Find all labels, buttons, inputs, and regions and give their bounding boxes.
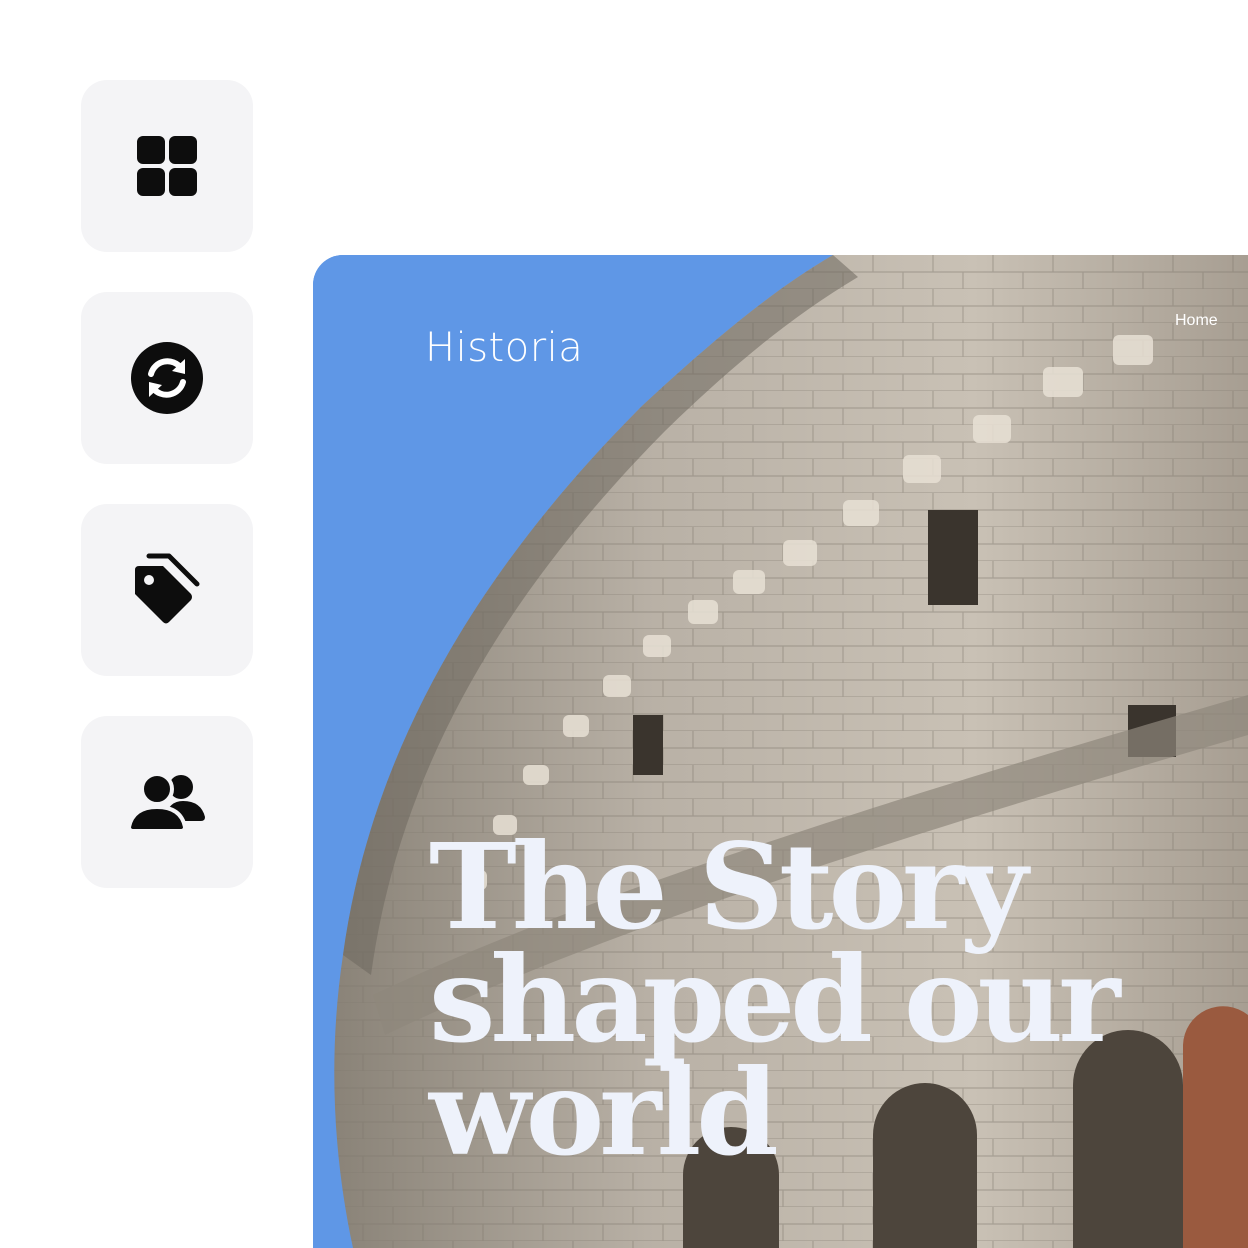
grid-button[interactable] bbox=[81, 80, 253, 252]
hero-headline: The Story shaped our world bbox=[429, 817, 1121, 1182]
nav-link-home[interactable]: Home bbox=[1175, 312, 1218, 330]
users-button[interactable] bbox=[81, 716, 253, 888]
brand-logo[interactable]: Historia bbox=[425, 325, 583, 371]
sync-icon bbox=[131, 342, 203, 414]
sync-button[interactable] bbox=[81, 292, 253, 464]
users-icon bbox=[127, 772, 205, 833]
tags-button[interactable] bbox=[81, 504, 253, 676]
tags-icon bbox=[135, 553, 200, 624]
grid-icon bbox=[137, 136, 197, 196]
hero-banner: Historia Home The Story shaped our world bbox=[313, 255, 1248, 1248]
